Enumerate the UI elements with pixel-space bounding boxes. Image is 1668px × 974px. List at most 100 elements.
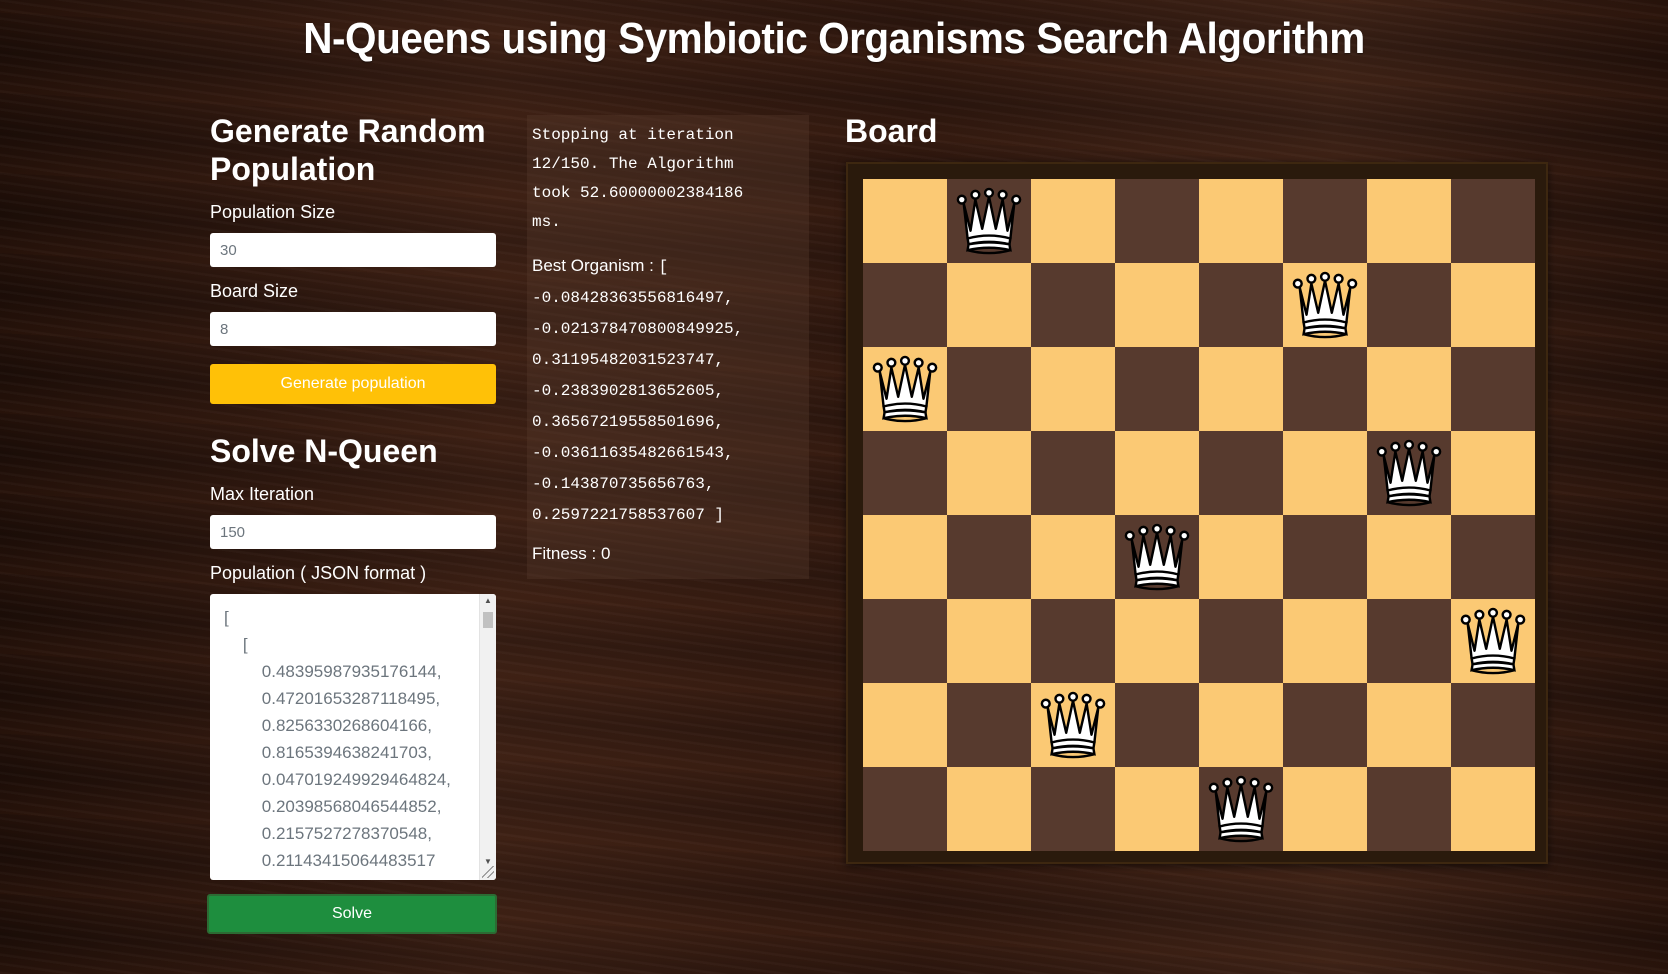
scroll-up-arrow-icon[interactable]: ▲ xyxy=(480,596,496,605)
board-square xyxy=(1199,263,1283,347)
board-square xyxy=(863,683,947,767)
population-json-line: 0.47201653287118495, xyxy=(224,689,441,708)
resize-grip-icon[interactable] xyxy=(482,866,494,878)
board-square xyxy=(1283,767,1367,851)
board-size-label: Board Size xyxy=(210,281,299,301)
population-json-line: [ xyxy=(224,635,248,654)
board-square xyxy=(1115,767,1199,851)
fitness-value: 0 xyxy=(600,544,611,563)
queen-icon xyxy=(956,187,1022,255)
board-square xyxy=(863,263,947,347)
fitness-row: Fitness : 0 xyxy=(532,544,804,564)
board-square xyxy=(947,431,1031,515)
population-json-line: 0.20398568046544852, xyxy=(224,797,442,816)
board-square xyxy=(1031,515,1115,599)
board-square xyxy=(863,179,947,263)
controls-column: Generate Random Population Population Si… xyxy=(207,112,497,934)
board-square xyxy=(1199,683,1283,767)
board-square xyxy=(1367,767,1451,851)
board-square xyxy=(1031,347,1115,431)
board-square xyxy=(1367,179,1451,263)
board-square xyxy=(1115,599,1199,683)
board-square xyxy=(1199,767,1283,851)
population-json-content: [ [ 0.48395987935176144, 0.4720165328711… xyxy=(224,604,496,874)
board-square xyxy=(1115,179,1199,263)
population-size-input[interactable]: 30 xyxy=(210,233,496,267)
board-square xyxy=(863,347,947,431)
scrollbar-thumb[interactable] xyxy=(483,612,493,628)
board-square xyxy=(1199,347,1283,431)
board-square xyxy=(1283,431,1367,515)
board-size-input[interactable]: 8 xyxy=(210,312,496,346)
board-square xyxy=(947,263,1031,347)
max-iteration-label: Max Iteration xyxy=(210,484,315,504)
board-square xyxy=(947,179,1031,263)
solve-button[interactable]: Solve xyxy=(207,894,497,934)
board-square xyxy=(1451,683,1535,767)
queen-icon xyxy=(1292,271,1358,339)
board-square xyxy=(1115,263,1199,347)
max-iteration-input[interactable]: 150 xyxy=(210,515,496,549)
board-title: Board xyxy=(845,113,938,149)
population-json-line: 0.047019249929464824, xyxy=(224,770,451,789)
board-square xyxy=(863,767,947,851)
board-square xyxy=(1115,431,1199,515)
board-square xyxy=(1451,515,1535,599)
status-text: Stopping at iteration 12/150. The Algori… xyxy=(532,126,744,231)
board-square xyxy=(1283,683,1367,767)
page-title: N-Queens using Symbiotic Organisms Searc… xyxy=(303,14,1365,63)
board-square xyxy=(1283,599,1367,683)
board-square xyxy=(1451,431,1535,515)
board-square xyxy=(1283,347,1367,431)
board-square xyxy=(1283,179,1367,263)
textarea-scrollbar[interactable]: ▲ ▼ xyxy=(479,594,496,880)
board-square xyxy=(1115,347,1199,431)
board-square xyxy=(1451,263,1535,347)
board-square xyxy=(947,347,1031,431)
population-json-line: 0.8165394638241703, xyxy=(224,743,432,762)
board-square xyxy=(1115,515,1199,599)
board-square xyxy=(1199,431,1283,515)
queen-icon xyxy=(1208,775,1274,843)
population-json-line: 0.2157527278370548, xyxy=(224,824,432,843)
board-square xyxy=(1031,767,1115,851)
best-organism-values: [ -0.08428363556816497, -0.0213784708008… xyxy=(532,258,744,524)
board-frame xyxy=(846,162,1548,864)
population-json-line: 0.21143415064483517 xyxy=(224,851,436,870)
chess-board xyxy=(863,179,1535,851)
board-square xyxy=(1367,431,1451,515)
board-square xyxy=(863,599,947,683)
board-square xyxy=(1031,599,1115,683)
board-square xyxy=(947,683,1031,767)
population-json-line: 0.48395987935176144, xyxy=(224,662,442,681)
queen-icon xyxy=(872,355,938,423)
board-square xyxy=(863,431,947,515)
board-square xyxy=(1199,179,1283,263)
board-square xyxy=(1031,179,1115,263)
board-square xyxy=(1451,179,1535,263)
board-square xyxy=(863,515,947,599)
queen-icon xyxy=(1040,691,1106,759)
board-square xyxy=(947,515,1031,599)
result-panel: Stopping at iteration 12/150. The Algori… xyxy=(527,115,809,579)
solve-heading: Solve N-Queen xyxy=(210,433,438,469)
board-square xyxy=(1031,683,1115,767)
population-size-label: Population Size xyxy=(210,202,336,222)
board-square xyxy=(1367,599,1451,683)
generate-population-button[interactable]: Generate population xyxy=(210,364,496,404)
population-json-textarea[interactable]: [ [ 0.48395987935176144, 0.4720165328711… xyxy=(210,594,496,880)
board-square xyxy=(947,599,1031,683)
board-square xyxy=(1451,347,1535,431)
best-organism-row: Best Organism : [ -0.08428363556816497, … xyxy=(532,251,804,530)
queen-icon xyxy=(1376,439,1442,507)
population-json-label: Population ( JSON format ) xyxy=(210,563,427,583)
scroll-down-arrow-icon[interactable]: ▼ xyxy=(480,857,496,866)
board-square xyxy=(1031,431,1115,515)
board-square xyxy=(1283,515,1367,599)
board-square xyxy=(1367,263,1451,347)
fitness-label: Fitness : xyxy=(532,544,597,563)
board-square xyxy=(1451,767,1535,851)
population-json-line: [ xyxy=(224,608,229,627)
board-square xyxy=(1199,515,1283,599)
generate-heading: Generate Random Population xyxy=(210,113,486,187)
